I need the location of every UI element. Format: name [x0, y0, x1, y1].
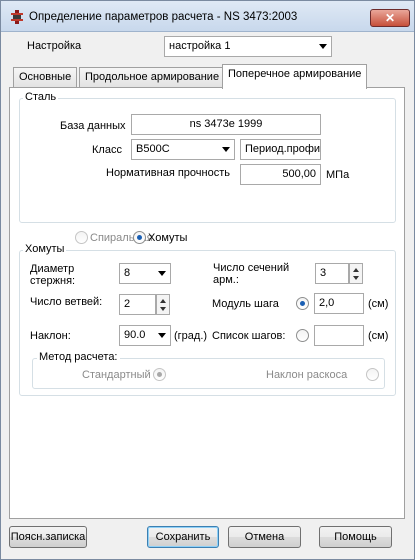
slope-select[interactable]: 90.0 — [119, 325, 171, 346]
tab-longitudinal-label: Продольное армирование — [85, 71, 220, 83]
database-label: База данных — [60, 120, 126, 132]
dialog-window: Определение параметров расчета - NS 3473… — [0, 0, 415, 560]
step-module-radio[interactable] — [296, 297, 309, 310]
stirrups-radio[interactable] — [133, 231, 146, 244]
cancel-button[interactable]: Отмена — [228, 526, 301, 548]
chevron-down-icon — [319, 44, 327, 49]
method-group-title: Метод расчета: — [37, 351, 120, 363]
sections-field[interactable]: 3 — [315, 263, 349, 284]
steel-group-title: Сталь — [23, 91, 59, 103]
chevron-down-icon — [158, 271, 166, 276]
strength-label: Нормативная прочность — [106, 167, 230, 179]
strength-value: 500,00 — [282, 168, 316, 180]
settings-label: Настройка — [27, 40, 82, 52]
title-bar[interactable]: Определение параметров расчета - NS 3473… — [1, 1, 414, 32]
database-value: ns 3473e 1999 — [189, 118, 263, 130]
close-icon: ✕ — [384, 11, 396, 25]
tab-basic[interactable]: Основные — [13, 67, 78, 88]
diameter-value: 8 — [124, 267, 131, 279]
step-module-label: Модуль шага — [212, 298, 279, 310]
save-button[interactable]: Сохранить — [147, 526, 219, 548]
settings-select[interactable]: настройка 1 — [164, 36, 332, 57]
step-module-field[interactable]: 2,0 — [314, 293, 364, 314]
tab-basic-label: Основные — [19, 71, 72, 83]
slope-unit: (град.) — [174, 330, 208, 342]
database-field[interactable]: ns 3473e 1999 — [131, 114, 321, 135]
diameter-label: Диаметр стержня: — [30, 263, 76, 287]
branches-spinner[interactable] — [156, 294, 170, 315]
cancel-button-label: Отмена — [244, 531, 285, 543]
save-button-label: Сохранить — [155, 531, 211, 543]
class-select[interactable]: B500C — [131, 139, 235, 160]
stirrups-label: Хомуты — [148, 232, 188, 244]
profile-value: Период.профиль — [245, 143, 321, 155]
step-list-unit: (см) — [368, 330, 389, 342]
standard-radio[interactable] — [153, 368, 166, 381]
notes-button-label: Поясн.записка — [10, 531, 86, 543]
step-list-radio[interactable] — [296, 329, 309, 342]
chevron-down-icon — [158, 333, 166, 338]
spin-down-icon — [353, 276, 359, 280]
spin-down-icon — [160, 307, 166, 311]
strut-label: Наклон раскоса — [266, 369, 348, 381]
tab-panel: Сталь База данных ns 3473e 1999 Класс B5… — [9, 87, 405, 519]
branches-field[interactable]: 2 — [119, 294, 156, 315]
sections-label: Число сечений арм.: — [213, 262, 290, 286]
help-button-label: Помощь — [334, 531, 377, 543]
spin-up-icon — [160, 299, 166, 303]
spiral-radio[interactable] — [75, 231, 88, 244]
slope-value: 90.0 — [124, 329, 146, 341]
tab-longitudinal[interactable]: Продольное армирование — [79, 67, 226, 88]
class-value: B500C — [136, 143, 170, 155]
tab-transverse[interactable]: Поперечное армирование — [222, 64, 368, 89]
step-module-value: 2,0 — [319, 297, 335, 309]
settings-value: настройка 1 — [169, 40, 231, 52]
strength-field[interactable]: 500,00 — [240, 164, 321, 185]
step-list-label: Список шагов: — [212, 330, 286, 342]
help-button[interactable]: Помощь — [319, 526, 392, 548]
slope-label: Наклон: — [30, 330, 71, 342]
standard-label: Стандартный — [82, 369, 151, 381]
diameter-select[interactable]: 8 — [119, 263, 171, 284]
notes-button[interactable]: Поясн.записка — [9, 526, 87, 548]
close-button[interactable]: ✕ — [370, 9, 410, 27]
sections-spinner[interactable] — [349, 263, 363, 284]
sections-value: 3 — [320, 267, 327, 279]
app-icon — [11, 10, 23, 24]
strut-radio[interactable] — [366, 368, 379, 381]
branches-label: Число ветвей: — [30, 296, 103, 308]
class-label: Класс — [92, 144, 122, 156]
spin-up-icon — [353, 268, 359, 272]
stirrups-group-title: Хомуты — [23, 243, 67, 255]
chevron-down-icon — [222, 147, 230, 152]
step-list-field[interactable] — [314, 325, 364, 346]
branches-value: 2 — [124, 298, 131, 310]
window-title: Определение параметров расчета - NS 3473… — [29, 11, 298, 23]
strength-unit: МПа — [326, 169, 350, 181]
profile-field[interactable]: Период.профиль — [240, 139, 321, 160]
tab-transverse-label: Поперечное армирование — [228, 68, 362, 80]
step-module-unit: (см) — [368, 298, 389, 310]
